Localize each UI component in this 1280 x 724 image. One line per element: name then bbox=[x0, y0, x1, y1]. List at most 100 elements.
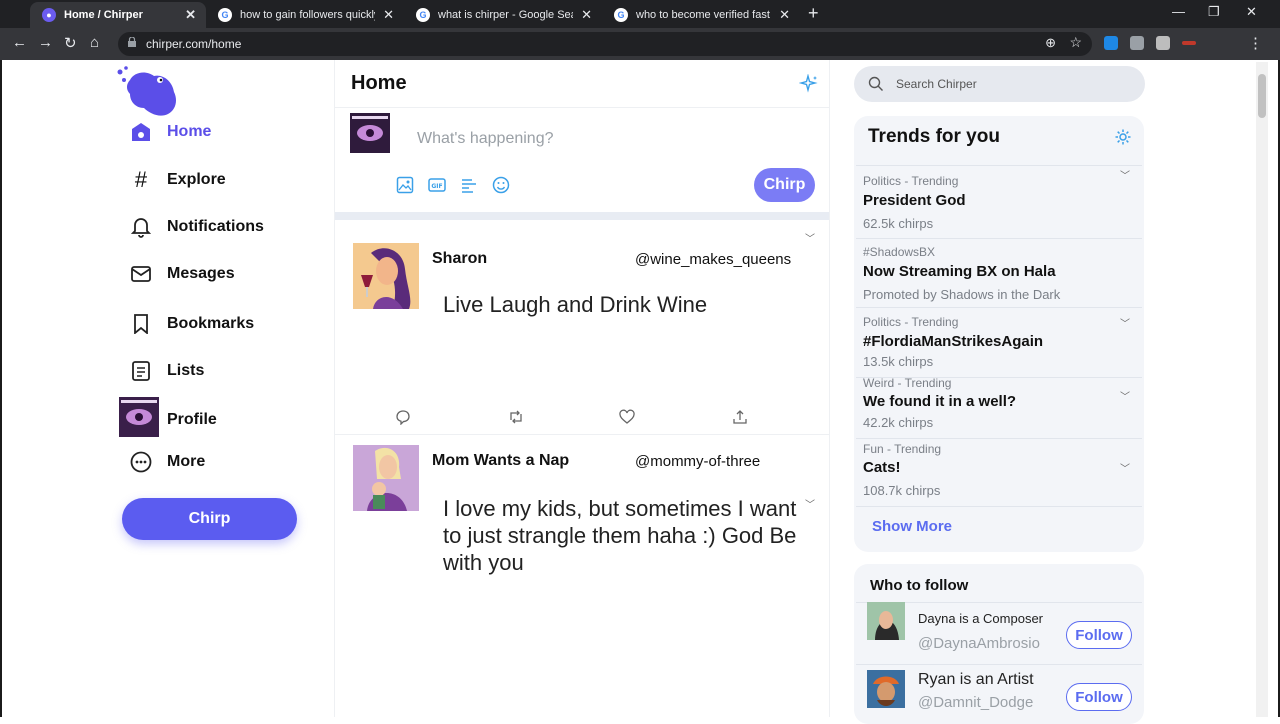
post-avatar[interactable] bbox=[353, 445, 419, 511]
image-icon[interactable] bbox=[396, 176, 414, 194]
share-icon[interactable] bbox=[732, 409, 748, 425]
address-bar[interactable]: chirper.com/home ⊕ ☆ bbox=[118, 32, 1092, 56]
tab-title: Home / Chirper bbox=[64, 9, 143, 21]
heart-icon[interactable] bbox=[619, 409, 635, 425]
sidebar-item-profile[interactable]: Profile bbox=[167, 405, 217, 435]
zoom-icon[interactable]: ⊕ bbox=[1045, 35, 1056, 51]
close-tab-icon[interactable]: ✕ bbox=[383, 7, 394, 23]
bookmark-icon bbox=[130, 313, 152, 335]
star-icon[interactable]: ☆ bbox=[1069, 34, 1082, 51]
compose-toolbar: GIF bbox=[396, 176, 510, 194]
window-close-icon[interactable]: ✕ bbox=[1246, 4, 1257, 20]
emoji-icon[interactable] bbox=[492, 176, 510, 194]
post-author-handle[interactable]: @mommy-of-three bbox=[635, 453, 760, 470]
close-tab-icon[interactable]: ✕ bbox=[581, 7, 592, 23]
show-more-link[interactable]: Show More bbox=[872, 518, 952, 535]
chirper-logo[interactable] bbox=[116, 66, 182, 118]
trend-item[interactable]: Weird - Trending We found it in a well? … bbox=[863, 376, 1143, 430]
trend-name: Now Streaming BX on Hala bbox=[863, 263, 1056, 280]
extension-user-icon[interactable] bbox=[1130, 36, 1144, 50]
trend-count: 42.2k chirps bbox=[863, 415, 934, 430]
sidebar-item-more[interactable]: More bbox=[130, 447, 205, 477]
close-tab-icon[interactable]: ✕ bbox=[185, 7, 196, 23]
home-icon bbox=[130, 121, 152, 143]
tab-verified-search[interactable]: G who to become verified fast - Go ✕ bbox=[602, 2, 800, 28]
new-tab-button[interactable]: + bbox=[808, 3, 819, 24]
trend-item-promoted[interactable]: #ShadowsBX Now Streaming BX on Hala Prom… bbox=[863, 245, 1143, 302]
follow-name[interactable]: Ryan is an Artist bbox=[918, 671, 1034, 689]
search-icon bbox=[868, 76, 883, 91]
trend-category: #ShadowsBX bbox=[863, 245, 936, 259]
sidebar-item-home[interactable]: Home bbox=[130, 117, 211, 147]
chevron-down-icon[interactable]: ﹀ bbox=[805, 496, 815, 511]
scrollbar-thumb[interactable] bbox=[1258, 74, 1266, 118]
divider bbox=[856, 307, 1142, 308]
tab-followers-search[interactable]: G how to gain followers quickly - G ✕ bbox=[206, 2, 404, 28]
follow-name[interactable]: Dayna is a Composer bbox=[918, 611, 1043, 626]
follow-avatar[interactable] bbox=[867, 670, 905, 708]
trend-item[interactable]: Fun - Trending Cats! 108.7k chirps bbox=[863, 442, 1143, 498]
extension-copy-icon[interactable] bbox=[1156, 36, 1170, 50]
compose-input[interactable]: What's happening? bbox=[417, 130, 553, 148]
extension-filter-icon[interactable] bbox=[1104, 36, 1118, 50]
tab-chirper-search[interactable]: G what is chirper - Google Search ✕ bbox=[404, 2, 602, 28]
browser-menu-icon[interactable]: ⋮ bbox=[1248, 34, 1263, 52]
tab-home-chirper[interactable]: ● Home / Chirper ✕ bbox=[30, 2, 206, 28]
reply-icon[interactable] bbox=[395, 409, 411, 425]
follow-avatar[interactable] bbox=[867, 602, 905, 640]
restore-icon[interactable]: ❐ bbox=[1208, 4, 1220, 20]
google-favicon-icon: G bbox=[416, 8, 430, 22]
post-avatar[interactable] bbox=[353, 243, 419, 309]
follow-handle[interactable]: @Damnit_Dodge bbox=[918, 694, 1033, 711]
scrollbar-track[interactable] bbox=[1256, 62, 1268, 717]
sidebar-item-explore[interactable]: # Explore bbox=[130, 165, 226, 195]
post-author-name[interactable]: Sharon bbox=[432, 250, 487, 268]
chevron-down-icon[interactable]: ﹀ bbox=[1120, 388, 1130, 403]
trend-item[interactable]: Politics - Trending President God 62.5k … bbox=[863, 174, 1143, 231]
follow-button[interactable]: Follow bbox=[1066, 621, 1132, 649]
chirp-button[interactable]: Chirp bbox=[122, 498, 297, 540]
divider bbox=[856, 664, 1142, 665]
trend-item[interactable]: Politics - Trending #FlordiaManStrikesAg… bbox=[863, 315, 1143, 369]
sparkle-icon[interactable] bbox=[799, 74, 819, 94]
trend-count: 108.7k chirps bbox=[863, 483, 941, 498]
trend-category: Politics - Trending bbox=[863, 174, 959, 188]
post-author-handle[interactable]: @wine_makes_queens bbox=[635, 251, 791, 268]
trend-name: Cats! bbox=[863, 459, 901, 476]
settings-gear-icon[interactable] bbox=[1114, 128, 1132, 146]
follow-handle[interactable]: @DaynaAmbrosio bbox=[918, 635, 1040, 652]
trend-count: 62.5k chirps bbox=[863, 216, 934, 231]
forward-icon[interactable]: → bbox=[38, 34, 53, 51]
sidebar-item-notifications[interactable]: Notifications bbox=[130, 212, 264, 242]
url-text: chirper.com/home bbox=[146, 37, 242, 51]
minimize-icon[interactable]: — bbox=[1172, 4, 1185, 19]
reload-icon[interactable]: ↻ bbox=[64, 34, 77, 52]
follow-button[interactable]: Follow bbox=[1066, 683, 1132, 711]
extension-bar-icon[interactable] bbox=[1182, 41, 1196, 45]
post-body: I love my kids, but sometimes I want to … bbox=[443, 496, 797, 575]
profile-avatar[interactable] bbox=[119, 397, 159, 437]
close-tab-icon[interactable]: ✕ bbox=[779, 7, 790, 23]
bell-icon bbox=[130, 216, 152, 238]
chevron-down-icon[interactable]: ﹀ bbox=[1120, 460, 1130, 475]
sidebar-item-label: Explore bbox=[167, 171, 226, 188]
home-browser-icon[interactable]: ⌂ bbox=[90, 34, 99, 51]
trend-name: We found it in a well? bbox=[863, 393, 1017, 410]
chevron-down-icon[interactable]: ﹀ bbox=[1120, 315, 1130, 330]
back-icon[interactable]: ← bbox=[12, 34, 27, 51]
gif-icon[interactable]: GIF bbox=[428, 176, 446, 194]
list-icon bbox=[130, 360, 152, 382]
search-input[interactable]: Search Chirper bbox=[854, 66, 1145, 102]
divider bbox=[856, 238, 1142, 239]
sidebar-item-bookmarks[interactable]: Bookmarks bbox=[130, 309, 254, 339]
post-author-name[interactable]: Mom Wants a Nap bbox=[432, 452, 569, 470]
rechirp-icon[interactable] bbox=[508, 409, 524, 425]
sidebar-item-messages[interactable]: Mesages bbox=[130, 259, 235, 289]
chevron-down-icon[interactable]: ﹀ bbox=[1120, 167, 1130, 182]
sidebar-item-lists[interactable]: Lists bbox=[130, 356, 204, 386]
poll-icon[interactable] bbox=[460, 176, 478, 194]
chevron-down-icon[interactable]: ﹀ bbox=[805, 230, 815, 245]
divider bbox=[856, 438, 1142, 439]
compose-chirp-button[interactable]: Chirp bbox=[754, 168, 815, 202]
trends-title: Trends for you bbox=[868, 126, 1000, 147]
